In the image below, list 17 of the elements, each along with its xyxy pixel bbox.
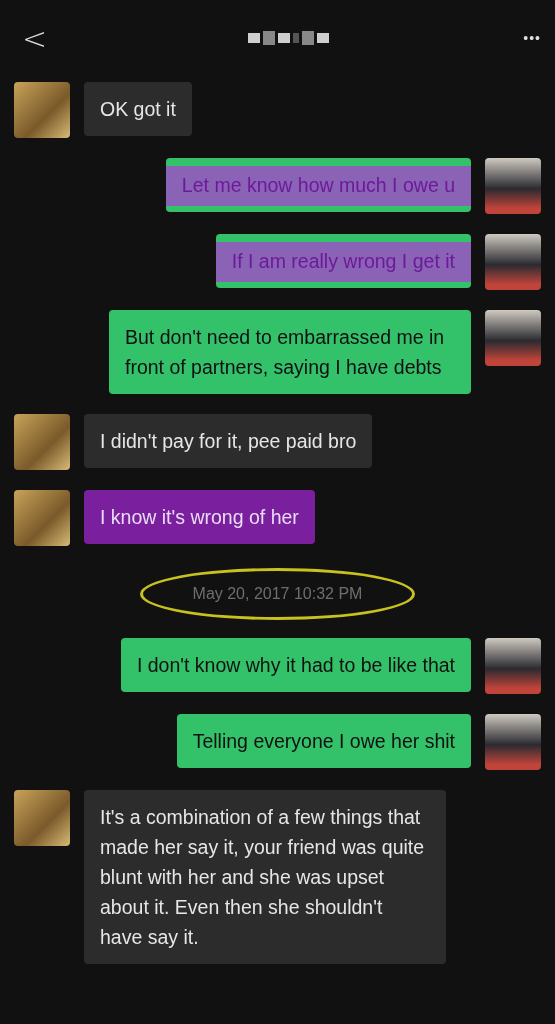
- message-bubble: Let me know how much I owe u: [165, 158, 471, 212]
- timestamp: May 20, 2017 10:32 PM: [139, 568, 416, 620]
- back-button[interactable]: <: [16, 20, 54, 56]
- message-bubble: I didn't pay for it, pee paid bro: [84, 414, 373, 468]
- message-bubble: I know it's wrong of her: [84, 490, 315, 544]
- message-bubble: If I am really wrong I get it: [215, 234, 471, 288]
- avatar-photo-placeholder[interactable]: [485, 158, 541, 214]
- message-bubble: Telling everyone I owe her shit: [176, 714, 471, 768]
- avatar-photo-placeholder[interactable]: [485, 638, 541, 694]
- avatar-photo-placeholder[interactable]: [485, 714, 541, 770]
- message-bubble: I don't know why it had to be like that: [120, 638, 471, 692]
- message-bubble: It's a combination of a few things that made her say it, your friend was quite blunt with her and she was upset about it. Even then she shouldn't have say it.: [84, 790, 446, 964]
- avatar-photo-placeholder[interactable]: [485, 310, 541, 366]
- avatar-photo-placeholder[interactable]: [485, 234, 541, 290]
- message-bubble: But don't need to embarrassed me in front of partners, saying I have debts: [109, 310, 471, 394]
- more-button[interactable]: •••: [523, 30, 541, 46]
- message-bubble: OK got it: [84, 82, 192, 136]
